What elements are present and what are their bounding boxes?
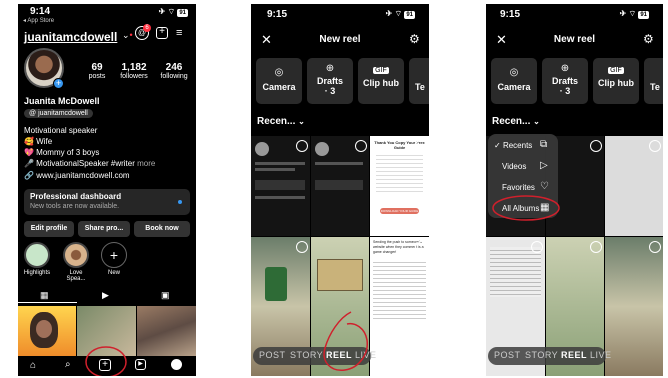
clip-hub-tile[interactable]: GIF Clip hub: [593, 58, 639, 104]
profile-content-tabs: ▦ ▶ ▣: [18, 288, 196, 304]
highlight-item[interactable]: Love Spea...: [60, 242, 92, 282]
recents-dropdown[interactable]: Recen... ⌄: [492, 116, 540, 127]
status-icons: ✈ ⌔ 91: [385, 9, 415, 19]
select-circle[interactable]: [649, 140, 661, 152]
chevron-down-icon[interactable]: ⌄•: [122, 30, 133, 41]
settings-icon[interactable]: ⚙: [643, 32, 654, 46]
select-circle[interactable]: [649, 241, 661, 253]
tagged-tab-icon[interactable]: ▣: [161, 290, 170, 301]
drafts-icon: ⊕: [325, 63, 335, 74]
camera-tile[interactable]: ◎ Camera: [491, 58, 537, 104]
camera-icon: ◎: [509, 67, 519, 78]
templates-tile[interactable]: Te: [644, 58, 663, 104]
mode-post[interactable]: POST: [259, 350, 286, 360]
menu-icon[interactable]: ≡: [176, 28, 182, 39]
album-menu-item-favorites[interactable]: Favorites: [502, 183, 535, 192]
mode-reel[interactable]: REEL: [561, 350, 587, 360]
status-time: 9:15: [500, 9, 521, 20]
status-icons: ✈ ⌔ 91: [619, 9, 649, 19]
mode-live[interactable]: LIVE: [590, 350, 612, 360]
page-title: New reel: [553, 34, 596, 45]
select-circle[interactable]: [590, 140, 602, 152]
back-to-app-store[interactable]: ◂ App Store: [23, 17, 54, 24]
grid-tab-icon[interactable]: ▦: [40, 290, 49, 301]
status-time: 9:14: [30, 6, 51, 17]
heart-icon: ♡: [540, 181, 549, 192]
stat-following[interactable]: 246 following: [156, 62, 192, 80]
stat-followers[interactable]: 1,182 followers: [116, 62, 152, 80]
profile-screen: 9:14 ◂ App Store ✈ ⌔ 91 juanitamcdowell …: [18, 4, 196, 376]
post-thumbnail[interactable]: [18, 306, 76, 356]
recents-dropdown[interactable]: Recen... ⌄: [257, 116, 305, 127]
notification-badge: 6: [143, 24, 151, 32]
templates-tile[interactable]: Te: [409, 58, 429, 104]
bio-more-link[interactable]: more: [137, 159, 155, 168]
threads-handle-chip[interactable]: @ juanitamcdowell: [24, 109, 93, 118]
settings-icon[interactable]: ⚙: [409, 32, 420, 46]
select-circle[interactable]: [415, 241, 427, 253]
album-menu-item-videos[interactable]: Videos: [502, 162, 526, 171]
album-menu-item-recents[interactable]: ✓ Recents: [494, 141, 532, 150]
profile-website-link[interactable]: 🔗 www.juanitamcdowell.com: [24, 171, 130, 180]
red-annotation-circle: [492, 195, 560, 221]
book-now-button[interactable]: Book now: [134, 221, 190, 237]
page-title: New reel: [319, 34, 361, 45]
active-tab-indicator: [18, 302, 77, 303]
home-icon[interactable]: ⌂: [30, 360, 36, 371]
search-icon[interactable]: ⌕: [65, 359, 71, 370]
chevron-down-icon: ⌄: [298, 117, 305, 126]
battery-level: 91: [638, 11, 649, 19]
mode-post[interactable]: POST: [494, 350, 521, 360]
add-story-icon[interactable]: +: [53, 78, 64, 89]
select-circle[interactable]: [355, 140, 367, 152]
gif-icon: GIF: [608, 67, 624, 74]
new-reel-album-menu-screen: 9:15 ✈ ⌔ 91 ✕ New reel ⚙ ◎ Camera ⊕ Draf…: [486, 4, 663, 376]
battery-level: 91: [404, 11, 415, 19]
video-icon: ▷: [540, 160, 548, 171]
recents-icon: ⧉: [540, 139, 548, 150]
reels-icon[interactable]: ▶: [135, 359, 146, 370]
profile-name: Juanita McDowell: [24, 96, 100, 106]
drafts-tile[interactable]: ⊕ Drafts · 3: [542, 58, 588, 104]
professional-dashboard[interactable]: Professional dashboard New tools are now…: [24, 189, 190, 215]
red-annotation-circle: [323, 311, 368, 371]
battery-level: 91: [177, 9, 188, 17]
plus-icon: +: [101, 242, 127, 268]
drafts-tile[interactable]: ⊕ Drafts · 3: [307, 58, 353, 104]
new-highlight[interactable]: + New: [100, 242, 128, 276]
share-profile-button[interactable]: Share pro...: [78, 221, 130, 237]
profile-bio: Motivational speaker 🥰 Wife 💖 Mommy of 3…: [24, 126, 156, 168]
select-circle[interactable]: [531, 241, 543, 253]
select-circle[interactable]: [590, 241, 602, 253]
camera-icon: ◎: [274, 67, 284, 78]
status-time: 9:15: [267, 9, 288, 20]
mode-story[interactable]: STORY: [525, 350, 558, 360]
select-circle[interactable]: [296, 241, 308, 253]
drafts-icon: ⊕: [560, 63, 570, 74]
status-icons: ✈ ⌔ 91: [158, 7, 188, 17]
select-circle[interactable]: [296, 140, 308, 152]
new-dot-indicator: [178, 200, 182, 204]
edit-profile-button[interactable]: Edit profile: [24, 221, 74, 237]
red-annotation-circle: [85, 346, 127, 376]
chevron-down-icon: ⌄: [533, 117, 540, 126]
reels-tab-icon[interactable]: ▶: [102, 290, 109, 301]
select-circle[interactable]: [415, 140, 427, 152]
profile-nav-avatar[interactable]: [171, 359, 182, 370]
clip-hub-tile[interactable]: GIF Clip hub: [358, 58, 404, 104]
profile-username[interactable]: juanitamcdowell: [24, 30, 117, 44]
highlight-item[interactable]: Highlights: [23, 242, 51, 276]
media-thumbnail[interactable]: [605, 237, 663, 376]
gif-icon: GIF: [373, 67, 389, 74]
create-icon[interactable]: +: [156, 27, 168, 39]
new-reel-screen: 9:15 ✈ ⌔ 91 ✕ New reel ⚙ ◎ Camera ⊕ Draf…: [251, 4, 429, 376]
camera-tile[interactable]: ◎ Camera: [256, 58, 302, 104]
post-thumbnail[interactable]: [137, 306, 196, 356]
stat-posts[interactable]: 69 posts: [82, 62, 112, 80]
media-thumbnail[interactable]: Sending the push to someone's website wh…: [370, 237, 429, 376]
